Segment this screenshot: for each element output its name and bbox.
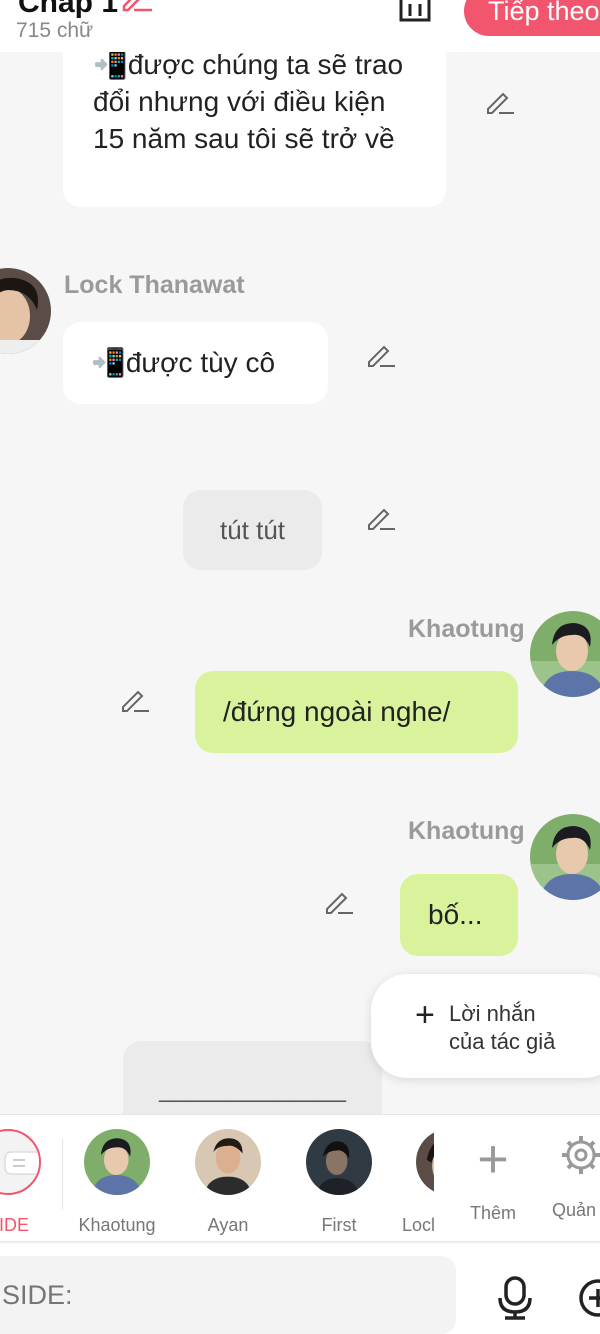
add-character-button[interactable]: + Thêm	[448, 1129, 538, 1224]
author-note-label: Lời nhắn của tác giả	[449, 1001, 556, 1054]
plus-icon: +	[477, 1129, 509, 1189]
divider	[62, 1139, 63, 1209]
edit-message-icon[interactable]	[120, 684, 150, 714]
narration-bubble[interactable]: ______________	[123, 1041, 382, 1114]
avatar-khaotung	[84, 1129, 150, 1195]
add-circle-icon[interactable]	[576, 1278, 600, 1322]
message-input[interactable]	[0, 1256, 456, 1334]
narration-bubble[interactable]: tút tút	[183, 490, 322, 570]
chat-area[interactable]: 📲được chúng ta sẽ trao đổi nhưng với điề…	[0, 52, 600, 1114]
chapter-header: Chap 1 715 chữ Tiếp theo	[0, 0, 600, 52]
edit-title-icon[interactable]	[120, 0, 154, 12]
character-label: Locl	[402, 1215, 434, 1235]
author-note-button[interactable]: + Lời nhắn của tác giả	[371, 974, 600, 1078]
word-count: 715 chữ	[16, 19, 94, 42]
message-bubble[interactable]: /đứng ngoài nghe/	[195, 671, 518, 753]
avatar-lock-thanawat	[416, 1129, 434, 1195]
character-lock[interactable]: Locl	[374, 1129, 434, 1236]
message-text: ______________	[159, 1076, 346, 1103]
edit-message-icon[interactable]	[324, 886, 354, 916]
sender-name: Khaotung	[408, 817, 525, 845]
book-icon[interactable]	[398, 0, 432, 24]
manage-label: Quản l	[552, 1200, 600, 1220]
avatar-khaotung[interactable]	[530, 611, 600, 697]
narration-icon	[0, 1129, 41, 1195]
avatar-lock-thanawat[interactable]	[0, 268, 51, 354]
message-bubble[interactable]: 📲được chúng ta sẽ trao đổi nhưng với điề…	[63, 52, 446, 207]
message-bubble[interactable]: bố...	[400, 874, 518, 956]
manage-characters-button[interactable]: Quản l	[536, 1129, 600, 1221]
edit-message-icon[interactable]	[366, 502, 396, 532]
character-label: First	[321, 1215, 357, 1235]
input-bar	[0, 1244, 600, 1334]
message-text: 📲được tùy cô	[91, 347, 276, 378]
add-label: Thêm	[469, 1203, 516, 1223]
message-text: bố...	[428, 899, 483, 930]
character-bar: SIDE Khaotung Ayan	[0, 1114, 600, 1242]
character-label: Khaotung	[78, 1215, 156, 1235]
message-bubble[interactable]: 📲được tùy cô	[63, 322, 328, 404]
character-ayan[interactable]: Ayan	[183, 1129, 273, 1236]
message-text: /đứng ngoài nghe/	[223, 696, 451, 727]
character-khaotung[interactable]: Khaotung	[72, 1129, 162, 1236]
character-label: Ayan	[207, 1215, 249, 1235]
chapter-title[interactable]: Chap 1	[18, 0, 118, 20]
avatar-khaotung[interactable]	[530, 814, 600, 900]
avatar-ayan	[195, 1129, 261, 1195]
microphone-icon[interactable]	[495, 1276, 535, 1320]
next-chapter-button[interactable]: Tiếp theo	[464, 0, 600, 36]
character-label: SIDE	[0, 1215, 29, 1235]
sender-name: Khaotung	[408, 615, 525, 643]
character-side[interactable]: SIDE	[0, 1129, 53, 1236]
character-first[interactable]: First	[294, 1129, 384, 1236]
message-text: 📲được chúng ta sẽ trao đổi nhưng với điề…	[93, 52, 404, 154]
edit-message-icon[interactable]	[366, 339, 396, 369]
gear-icon	[562, 1136, 600, 1174]
edit-message-icon[interactable]	[485, 86, 515, 116]
sender-name: Lock Thanawat	[64, 271, 245, 299]
message-text: tút tút	[219, 515, 286, 545]
plus-icon: +	[415, 996, 435, 1034]
avatar-first	[306, 1129, 372, 1195]
